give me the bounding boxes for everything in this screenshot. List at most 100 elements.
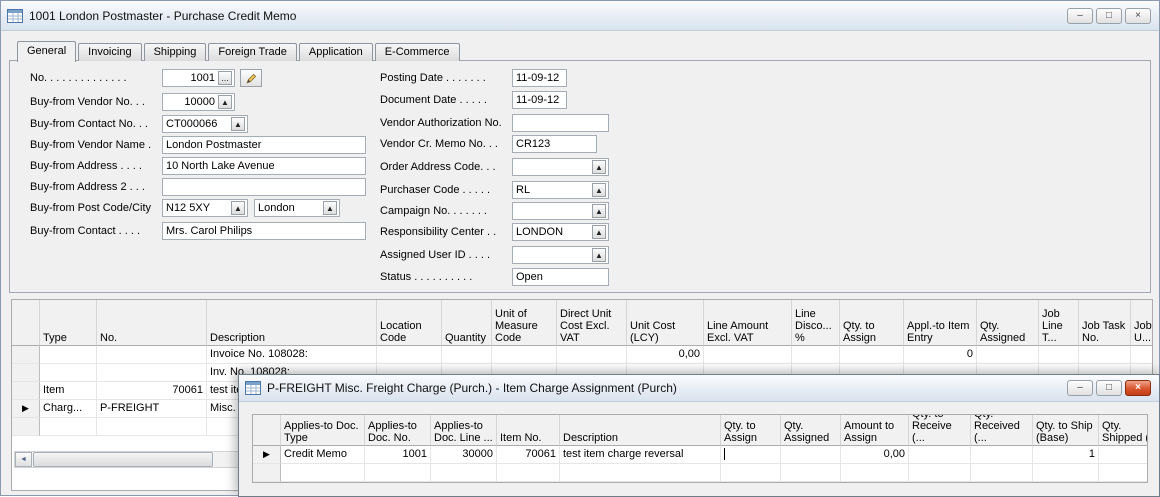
minimize-button[interactable]: – xyxy=(1067,8,1093,24)
grid-cell[interactable]: 0,00 xyxy=(841,446,909,464)
grid-cell[interactable] xyxy=(492,346,557,364)
overlay-titlebar[interactable]: P-FREIGHT Misc. Freight Charge (Purch.) … xyxy=(239,375,1159,402)
buy-from-address-field[interactable]: 10 North Lake Avenue xyxy=(162,157,366,175)
grid-cell[interactable] xyxy=(792,346,840,364)
row-selector[interactable] xyxy=(12,382,40,400)
buy-from-post-code-field[interactable]: N12 5XY ▲ xyxy=(162,199,248,217)
grid-cell[interactable]: Charg... xyxy=(40,400,97,418)
scrollbar-thumb[interactable] xyxy=(33,452,213,467)
grid-cell[interactable] xyxy=(971,464,1033,482)
grid-cell[interactable]: test item charge reversal xyxy=(560,446,721,464)
tab-general[interactable]: General xyxy=(17,41,76,62)
grid-cell[interactable] xyxy=(1131,346,1153,364)
grid-cell[interactable]: 1001 xyxy=(365,446,431,464)
lookup-arrow-icon[interactable]: ▲ xyxy=(323,201,337,215)
grid-cell[interactable] xyxy=(497,464,560,482)
tab-invoicing[interactable]: Invoicing xyxy=(78,43,141,61)
grid-cell[interactable]: 1 xyxy=(1033,446,1099,464)
grid-cell[interactable] xyxy=(781,464,841,482)
buy-from-contact-no-field[interactable]: CT000066 ▲ xyxy=(162,115,248,133)
grid-cell[interactable] xyxy=(1099,464,1148,482)
grid-cell[interactable]: Credit Memo xyxy=(281,446,365,464)
grid-cell[interactable]: 70061 xyxy=(97,382,207,400)
grid-cell[interactable] xyxy=(97,364,207,382)
row-selector[interactable]: ▶ xyxy=(253,446,281,464)
tab-application[interactable]: Application xyxy=(299,43,373,61)
grid-cell[interactable] xyxy=(40,346,97,364)
row-selector[interactable]: ▶ xyxy=(12,400,40,418)
grid-cell[interactable] xyxy=(704,346,792,364)
grid-cell[interactable] xyxy=(377,346,442,364)
buy-from-address2-field[interactable] xyxy=(162,178,366,196)
edit-pencil-button[interactable] xyxy=(240,69,262,87)
tab-ecommerce[interactable]: E-Commerce xyxy=(375,43,460,61)
lookup-arrow-icon[interactable]: ▲ xyxy=(592,225,606,239)
status-field[interactable]: Open xyxy=(512,268,609,286)
grid-cell[interactable] xyxy=(721,464,781,482)
tab-shipping[interactable]: Shipping xyxy=(144,43,207,61)
grid-cell[interactable]: P-FREIGHT xyxy=(97,400,207,418)
grid-cell[interactable] xyxy=(560,464,721,482)
buy-from-contact-field[interactable]: Mrs. Carol Philips xyxy=(162,222,366,240)
overlay-maximize-button[interactable]: □ xyxy=(1096,380,1122,396)
table-row[interactable]: ▶ Credit Memo 1001 30000 70061 test item… xyxy=(253,446,1147,464)
grid-cell[interactable] xyxy=(40,364,97,382)
qty-to-assign-cell[interactable] xyxy=(721,446,781,464)
row-selector[interactable] xyxy=(12,346,40,364)
no-field[interactable]: 1001 ... xyxy=(162,69,235,87)
buy-from-vendor-name-field[interactable]: London Postmaster xyxy=(162,136,366,154)
maximize-button[interactable]: □ xyxy=(1096,8,1122,24)
grid-cell[interactable]: 0,00 xyxy=(627,346,704,364)
grid-cell[interactable]: 30000 xyxy=(431,446,497,464)
responsibility-center-field[interactable]: LONDON ▲ xyxy=(512,223,609,241)
row-selector[interactable] xyxy=(12,418,40,436)
grid-cell[interactable]: 70061 xyxy=(497,446,560,464)
grid-cell[interactable] xyxy=(1039,346,1079,364)
grid-cell[interactable] xyxy=(909,446,971,464)
buy-from-vendor-no-field[interactable]: 10000 ▲ xyxy=(162,93,235,111)
assist-edit-button[interactable]: ... xyxy=(218,71,232,85)
grid-cell[interactable] xyxy=(840,346,904,364)
document-date-field[interactable]: 11-09-12 xyxy=(512,91,567,109)
purchaser-code-field[interactable]: RL ▲ xyxy=(512,181,609,199)
grid-cell[interactable] xyxy=(40,418,97,436)
lookup-arrow-icon[interactable]: ▲ xyxy=(218,95,232,109)
lookup-arrow-icon[interactable]: ▲ xyxy=(592,183,606,197)
grid-cell[interactable] xyxy=(281,464,365,482)
grid-cell[interactable] xyxy=(781,446,841,464)
grid-cell[interactable]: 0 xyxy=(904,346,977,364)
close-button[interactable]: × xyxy=(1125,8,1151,24)
scroll-left-button[interactable]: ◄ xyxy=(15,452,32,467)
tab-foreign-trade[interactable]: Foreign Trade xyxy=(208,43,296,61)
grid-cell[interactable] xyxy=(431,464,497,482)
buy-from-city-field[interactable]: London ▲ xyxy=(254,199,340,217)
grid-cell[interactable] xyxy=(97,346,207,364)
overlay-minimize-button[interactable]: – xyxy=(1067,380,1093,396)
vendor-authorization-no-field[interactable] xyxy=(512,114,609,132)
grid-cell[interactable] xyxy=(841,464,909,482)
grid-cell[interactable] xyxy=(1099,446,1148,464)
vendor-cr-memo-no-field[interactable]: CR123 xyxy=(512,135,597,153)
posting-date-field[interactable]: 11-09-12 xyxy=(512,69,567,87)
assigned-user-id-field[interactable]: ▲ xyxy=(512,246,609,264)
grid-cell[interactable] xyxy=(97,418,207,436)
grid-cell[interactable] xyxy=(971,446,1033,464)
table-row[interactable] xyxy=(253,464,1147,482)
row-selector[interactable] xyxy=(12,364,40,382)
grid-cell[interactable] xyxy=(977,346,1039,364)
row-selector[interactable] xyxy=(253,464,281,482)
lookup-arrow-icon[interactable]: ▲ xyxy=(592,204,606,218)
overlay-close-button[interactable]: × xyxy=(1125,380,1151,396)
order-address-code-field[interactable]: ▲ xyxy=(512,158,609,176)
grid-cell[interactable] xyxy=(442,346,492,364)
campaign-no-field[interactable]: ▲ xyxy=(512,202,609,220)
lookup-arrow-icon[interactable]: ▲ xyxy=(231,201,245,215)
grid-cell[interactable] xyxy=(909,464,971,482)
lookup-arrow-icon[interactable]: ▲ xyxy=(592,160,606,174)
grid-cell[interactable]: Item xyxy=(40,382,97,400)
lookup-arrow-icon[interactable]: ▲ xyxy=(592,248,606,262)
main-titlebar[interactable]: 1001 London Postmaster - Purchase Credit… xyxy=(1,1,1159,31)
grid-cell[interactable] xyxy=(365,464,431,482)
grid-cell[interactable] xyxy=(1079,346,1131,364)
grid-cell[interactable] xyxy=(1033,464,1099,482)
